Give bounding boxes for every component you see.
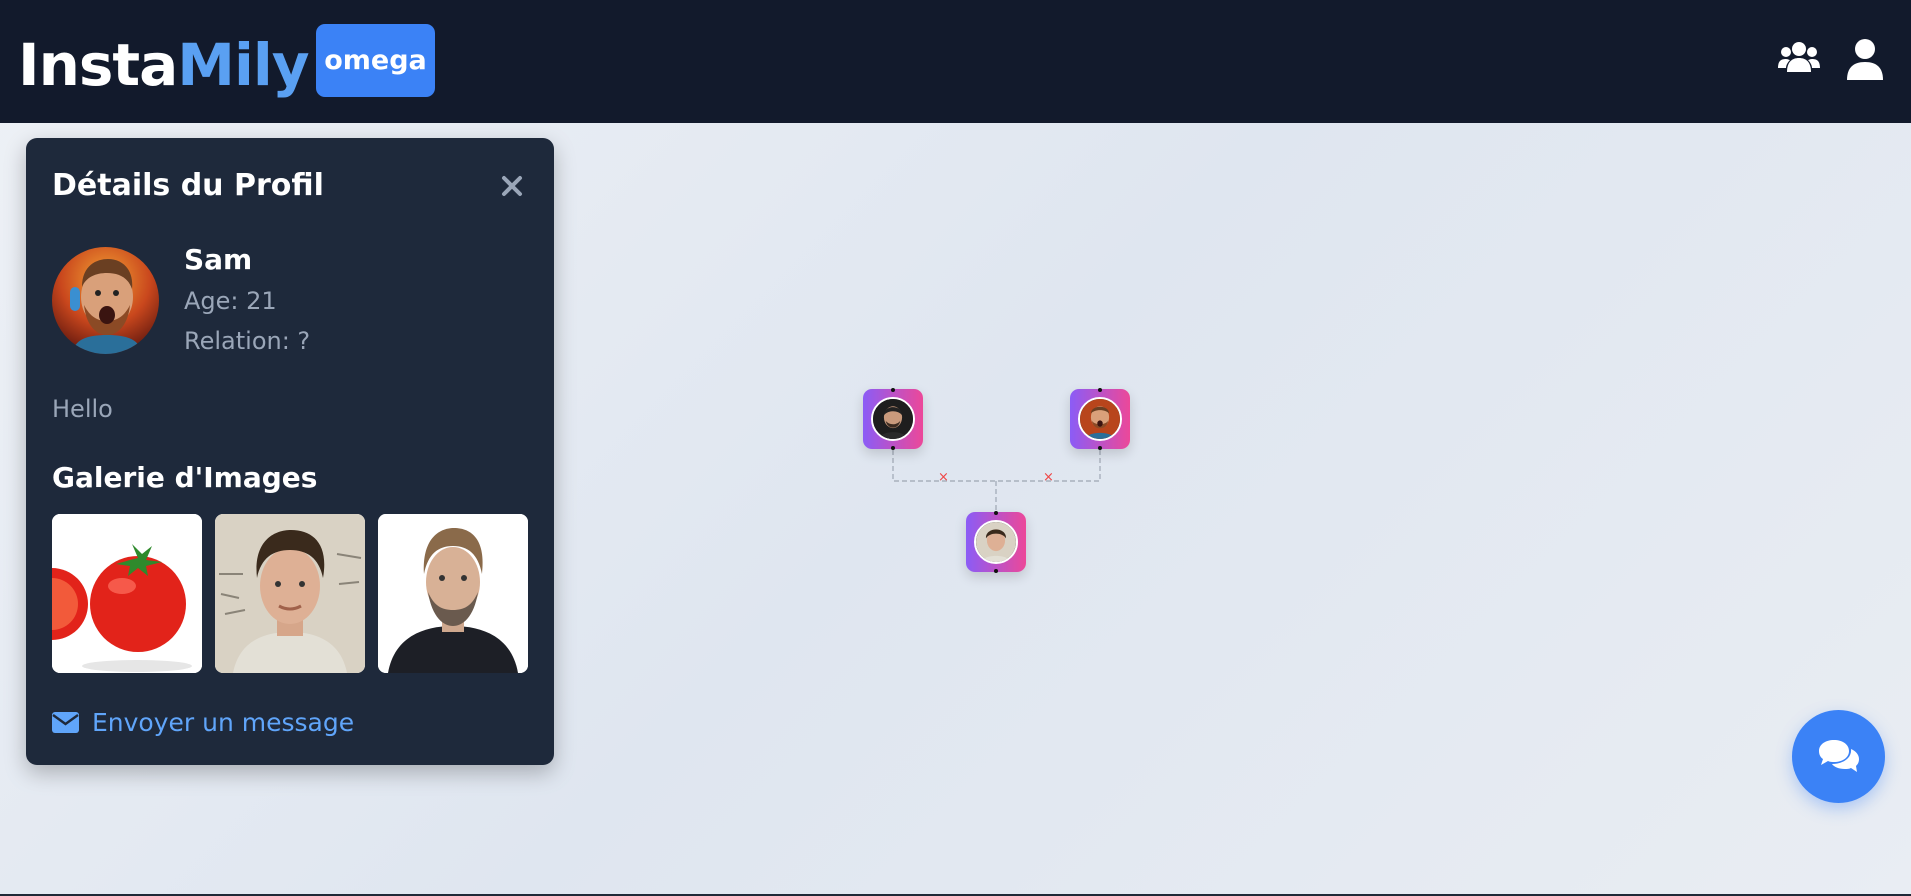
envelope-icon — [52, 711, 79, 733]
profile-name: Sam — [184, 243, 253, 276]
relation-marker-right: × — [1043, 470, 1054, 485]
gallery-image-tomato[interactable] — [52, 514, 202, 673]
profile-relation: Relation: ? — [184, 327, 311, 355]
send-message-link[interactable]: Envoyer un message — [52, 704, 354, 740]
gallery-title: Galerie d'Images — [52, 461, 318, 494]
logo-text-mily: Mily — [177, 31, 309, 99]
profile-avatar — [52, 247, 159, 354]
close-icon[interactable] — [500, 174, 524, 198]
tree-node-parent-right[interactable] — [1070, 388, 1130, 450]
profile-age: Age: 21 — [184, 287, 277, 315]
node-handle-top[interactable] — [994, 511, 998, 515]
profile-details-panel: Détails du Profil Sam Age: 21 Relation: … — [26, 138, 554, 765]
send-message-label: Envoyer un message — [92, 707, 355, 737]
logo-text-insta: Insta — [18, 31, 178, 99]
node-avatar — [871, 397, 915, 441]
relation-marker-left: × — [938, 470, 949, 485]
gallery-image-portrait-2[interactable] — [378, 514, 528, 673]
chat-button[interactable] — [1792, 710, 1885, 803]
profile-bio: Hello — [52, 395, 113, 423]
users-icon[interactable] — [1778, 40, 1820, 74]
node-avatar — [974, 520, 1018, 564]
panel-title: Détails du Profil — [52, 168, 324, 203]
image-gallery — [52, 514, 528, 673]
tree-node-parent-left[interactable] — [863, 388, 923, 450]
tree-node-child[interactable] — [966, 511, 1026, 573]
node-handle-top[interactable] — [891, 388, 895, 392]
app-logo[interactable]: InstaMily — [18, 26, 310, 104]
chat-bubbles-icon — [1818, 739, 1859, 772]
team-button[interactable]: omega — [316, 24, 435, 97]
node-handle-bottom[interactable] — [891, 446, 895, 450]
top-navigation-bar: InstaMily omega — [0, 0, 1911, 123]
node-handle-bottom[interactable] — [1098, 446, 1102, 450]
user-icon[interactable] — [1847, 38, 1883, 80]
node-avatar — [1078, 397, 1122, 441]
node-handle-top[interactable] — [1098, 388, 1102, 392]
gallery-image-portrait-1[interactable] — [215, 514, 365, 673]
node-handle-bottom[interactable] — [994, 569, 998, 573]
